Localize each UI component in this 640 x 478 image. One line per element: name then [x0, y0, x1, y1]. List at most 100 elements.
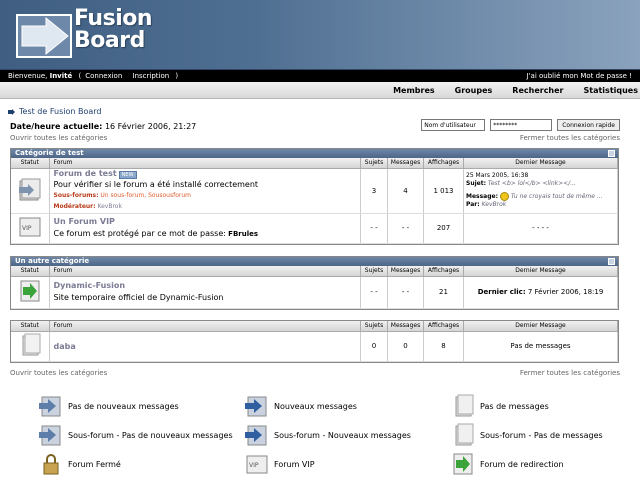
open-all-categories-link[interactable]: Ouvrir toutes les catégories	[10, 369, 107, 377]
forum-subjects-count: - -	[360, 276, 388, 309]
moderator-link[interactable]: KevBrok	[97, 203, 121, 210]
legend-item: Sous-forum - Pas de messages	[450, 423, 603, 447]
col-subjects: Sujets	[360, 266, 388, 277]
category-title: Un autre catégorie	[15, 257, 90, 265]
collapse-icon[interactable]	[608, 258, 615, 265]
table-row: Dynamic-Fusion Site temporaire officiel …	[11, 276, 618, 309]
last-subject-link[interactable]: Test <b> lol</b> <link></...	[488, 180, 576, 187]
forum-title-link[interactable]: daba	[54, 342, 76, 351]
quick-login: Connexion rapide	[421, 119, 620, 131]
document-gray-icon	[450, 394, 476, 418]
breadcrumb-link[interactable]: Test de Fusion Board	[19, 107, 101, 116]
legend-label: Sous-forum - Pas de nouveaux messages	[68, 430, 233, 440]
category-header[interactable]: Un autre catégorie	[11, 257, 618, 266]
document-gray-icon	[450, 423, 476, 447]
top-navigation: Membres Groupes Rechercher Statistiques	[0, 82, 640, 99]
legend-item: Pas de messages	[450, 394, 549, 418]
forum-title-link[interactable]: Dynamic-Fusion	[54, 281, 126, 290]
quick-login-button[interactable]: Connexion rapide	[557, 119, 620, 131]
forum-title-link[interactable]: Un Forum VIP	[54, 217, 115, 226]
legend-label: Sous-forum - Nouveaux messages	[274, 430, 411, 440]
last-message-cell: 25 Mars 2005, 16:38 Sujet: Test <b> lol<…	[463, 168, 618, 214]
col-status: Statut	[11, 321, 50, 332]
paren-close: )	[175, 72, 179, 80]
last-message-cell: Pas de messages	[463, 331, 618, 362]
close-all-categories-link[interactable]: Fermer toutes les catégories	[520, 369, 620, 377]
table-row: VIP Un Forum VIP Ce forum est protégé pa…	[11, 213, 618, 244]
forum-subjects-count: - -	[360, 213, 388, 244]
vip-icon: VIP	[244, 452, 270, 476]
legend-item: Pas de nouveaux messages	[38, 394, 179, 418]
forum-description: Pour vérifier si le forum a été installé…	[53, 180, 259, 189]
password-field[interactable]	[490, 119, 553, 131]
legend-label: Forum Fermé	[68, 459, 121, 469]
last-message-cell: Dernier clic: 7 Février 2006, 18:19	[463, 276, 618, 309]
smiley-icon	[499, 192, 509, 201]
folder-arrow-blue-icon	[38, 423, 64, 447]
forum-password: FBrules	[228, 230, 259, 238]
nav-stats[interactable]: Statistiques	[584, 86, 639, 95]
login-link[interactable]: Connexion	[85, 72, 122, 80]
register-link[interactable]: Inscription	[133, 72, 170, 80]
close-all-categories-link[interactable]: Fermer toutes les catégories	[520, 134, 620, 142]
forgot-password-link[interactable]: J'ai oublié mon Mot de passe !	[527, 72, 632, 80]
forum-description: Site temporaire officiel de Dynamic-Fusi…	[53, 293, 224, 302]
forum-title-link[interactable]: Forum de test	[54, 169, 117, 178]
category-block: Un autre catégorie Statut Forum Sujets M…	[10, 256, 619, 310]
folder-arrow-blue-icon	[38, 394, 64, 418]
forum-subjects-count: 0	[360, 331, 388, 362]
forum-subjects-count: 3	[360, 168, 388, 214]
username-field[interactable]	[421, 119, 486, 131]
vip-icon: VIP	[17, 215, 43, 239]
legend-item: Sous-forum - Pas de nouveaux messages	[38, 423, 233, 447]
col-views: Affichages	[423, 321, 464, 332]
category-header[interactable]: Catégorie de test	[11, 149, 618, 158]
breadcrumb-arrow-icon	[8, 108, 15, 115]
nav-search[interactable]: Rechercher	[512, 86, 563, 95]
user-bar: Bienvenue, Invité (Connexion Inscription…	[0, 70, 640, 82]
folder-arrow-icon	[17, 178, 43, 202]
forum-description: Ce forum est protégé par ce mot de passe…	[53, 229, 226, 238]
forum-views-count: 21	[423, 276, 464, 309]
legend-label: Pas de messages	[480, 401, 549, 411]
category-title: Catégorie de test	[15, 149, 84, 157]
svg-text:VIP: VIP	[22, 225, 32, 232]
col-status: Statut	[11, 158, 50, 169]
username-guest: Invité	[49, 72, 73, 80]
moderator-label: Modérateur:	[53, 203, 96, 210]
last-message-link[interactable]: Tu ne croyais tout de même ...	[511, 193, 603, 200]
forum-views-count: 207	[423, 213, 464, 244]
open-all-categories-link[interactable]: Ouvrir toutes les catégories	[10, 134, 107, 142]
forum-messages-count: - -	[387, 276, 424, 309]
col-forum: Forum	[49, 266, 361, 277]
legend-item: Nouveaux messages	[244, 394, 357, 418]
subforums-label: Sous-forums:	[53, 192, 99, 199]
folder-arrow-blue-icon	[244, 423, 270, 447]
category-block: Catégorie de test Statut Forum Sujets Me…	[10, 148, 619, 245]
legend-item: Forum Fermé	[38, 452, 121, 476]
legend-label: Forum VIP	[274, 459, 315, 469]
legend-item: VIP Forum VIP	[244, 452, 315, 476]
lock-icon	[38, 452, 64, 476]
message-label: Message:	[466, 193, 498, 200]
breadcrumb: Test de Fusion Board	[8, 107, 101, 116]
logo-line1: Fusion	[74, 6, 153, 31]
col-forum: Forum	[49, 158, 361, 169]
site-logo[interactable]: Fusion Board	[74, 6, 153, 52]
nav-members[interactable]: Membres	[393, 86, 435, 95]
subforums-links[interactable]: Un sous-forum, Sousousforum	[100, 192, 191, 199]
col-messages: Messages	[387, 321, 424, 332]
category-block: Statut Forum Sujets Messages Affichages …	[10, 320, 619, 363]
legend-label: Nouveaux messages	[274, 401, 357, 411]
nav-groups[interactable]: Groupes	[455, 86, 493, 95]
paren-open: (	[78, 72, 82, 80]
svg-text:VIP: VIP	[249, 462, 259, 469]
last-click-value: 7 Février 2006, 18:19	[527, 288, 604, 296]
table-row: daba 0 0 8 Pas de messages	[11, 331, 618, 362]
col-forum: Forum	[49, 321, 361, 332]
last-message-cell: - - - -	[463, 213, 618, 244]
collapse-icon[interactable]	[608, 150, 615, 157]
forum-views-count: 8	[423, 331, 464, 362]
last-author-link[interactable]: KevBrok	[482, 201, 507, 208]
last-message-date: 25 Mars 2005, 16:38	[466, 172, 529, 179]
